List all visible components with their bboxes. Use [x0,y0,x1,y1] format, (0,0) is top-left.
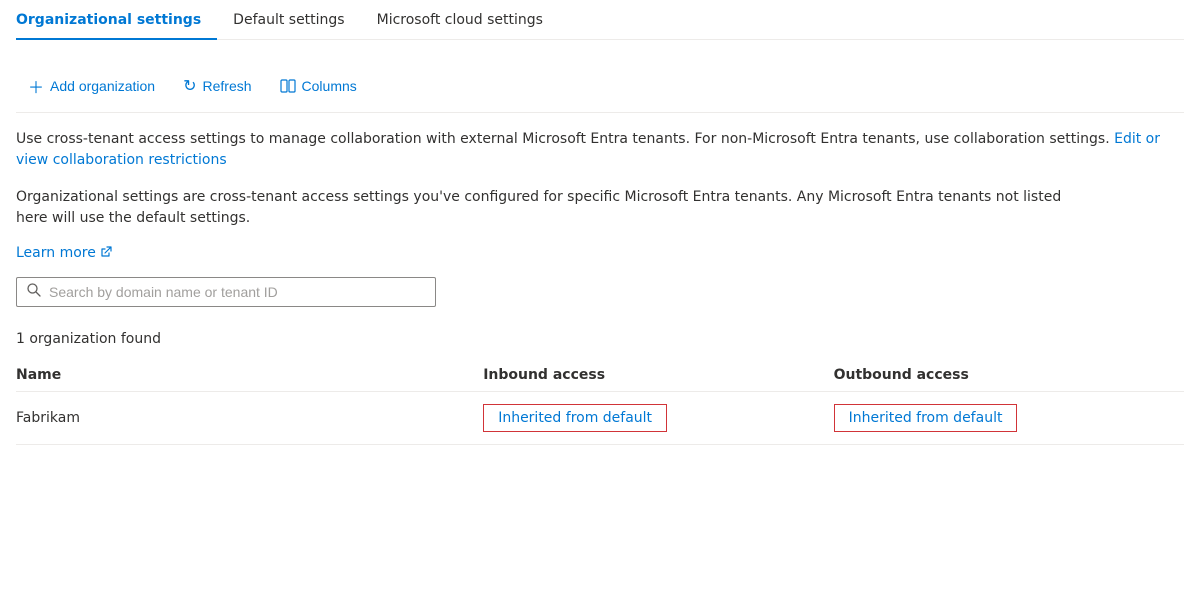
search-icon [27,283,41,301]
tab-bar: Organizational settings Default settings… [16,0,1184,40]
add-organization-label: Add organization [50,78,155,94]
org-name: Fabrikam [16,392,483,445]
description-block-2: Organizational settings are cross-tenant… [16,187,1176,229]
column-header-outbound: Outbound access [834,359,1184,392]
columns-button[interactable]: Columns [268,72,369,100]
learn-more-container: Learn more [16,245,1184,261]
table-header-row: Name Inbound access Outbound access [16,359,1184,392]
plus-icon: ＋ [28,74,44,98]
refresh-button[interactable]: ↻ Refresh [171,70,263,102]
toolbar: ＋ Add organization ↻ Refresh Columns [16,60,1184,113]
search-input[interactable] [49,284,425,300]
description-text-1-cont2: settings. [1049,131,1109,147]
description-text-1: Use cross-tenant access settings to mana… [16,131,1045,147]
column-header-name: Name [16,359,483,392]
inbound-access-cell: Inherited from default [483,392,833,445]
column-header-inbound: Inbound access [483,359,833,392]
learn-more-link[interactable]: Learn more [16,245,112,261]
search-container [16,277,1184,307]
refresh-icon: ↻ [183,76,196,96]
columns-icon [280,78,296,94]
description-block-1: Use cross-tenant access settings to mana… [16,129,1176,171]
inbound-inherited-badge[interactable]: Inherited from default [483,404,667,432]
outbound-inherited-badge[interactable]: Inherited from default [834,404,1018,432]
add-organization-button[interactable]: ＋ Add organization [16,68,167,104]
tab-organizational-settings[interactable]: Organizational settings [16,0,217,40]
description-text-2: Organizational settings are cross-tenant… [16,187,1176,208]
table-row: Fabrikam Inherited from default Inherite… [16,392,1184,445]
description-text-2-cont: here will use the default settings. [16,208,1176,229]
external-link-icon [100,246,112,261]
refresh-label: Refresh [203,78,252,94]
outbound-access-cell: Inherited from default [834,392,1184,445]
results-count: 1 organization found [16,331,1184,347]
organizations-table: Name Inbound access Outbound access Fabr… [16,359,1184,445]
tab-default-settings[interactable]: Default settings [217,0,360,40]
tab-microsoft-cloud-settings[interactable]: Microsoft cloud settings [361,0,559,40]
search-box [16,277,436,307]
learn-more-label: Learn more [16,245,96,261]
columns-label: Columns [302,78,357,94]
